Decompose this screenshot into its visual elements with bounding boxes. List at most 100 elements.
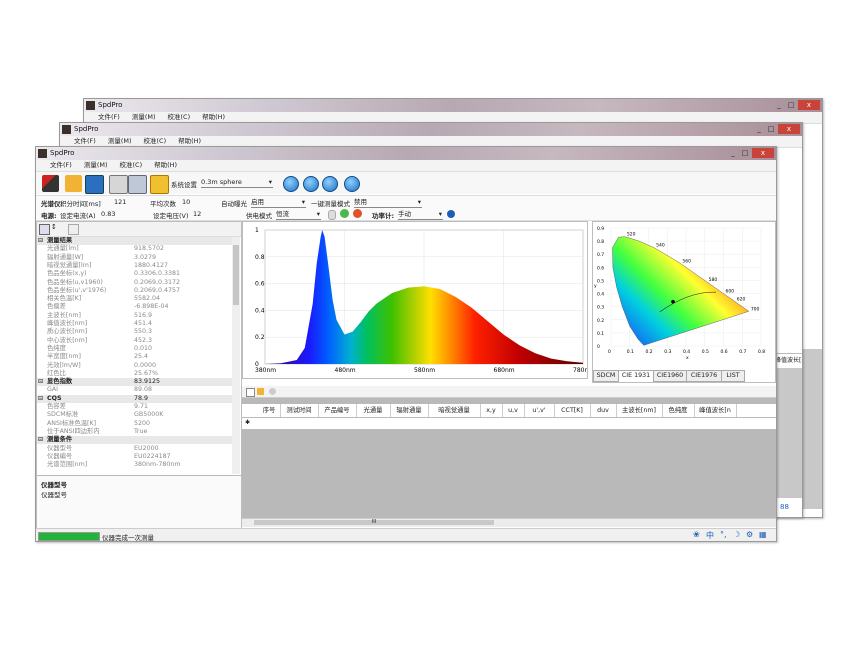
- property-pages-icon[interactable]: [68, 224, 79, 235]
- save-icon[interactable]: [85, 175, 104, 194]
- cie-tab[interactable]: CIE1960: [653, 370, 687, 382]
- property-row[interactable]: 光谱范围[nm] 380nm-780nm: [37, 461, 232, 469]
- property-row[interactable]: 仪器型号 EU2000: [37, 445, 232, 453]
- grid-new-row[interactable]: ✱: [242, 418, 776, 430]
- grid-column-header[interactable]: u,v: [502, 404, 525, 417]
- menu-file[interactable]: 文件(F): [50, 160, 72, 171]
- property-list[interactable]: ⊟ 测量结果 光通量[lm] 918.5702 辐射通量[W] 3.0279 暗视觉通量[l…: [37, 237, 232, 474]
- power-on-icon[interactable]: [340, 209, 349, 218]
- maximize-button[interactable]: □: [766, 124, 776, 134]
- grid-column-header[interactable]: 光通量: [356, 404, 391, 417]
- maximize-button[interactable]: □: [740, 148, 750, 158]
- grid-column-header[interactable]: x,y: [480, 404, 503, 417]
- punctuation-icon[interactable]: °,: [720, 530, 727, 539]
- property-row[interactable]: 主波长[nm] 516.9: [37, 312, 232, 320]
- collapse-icon[interactable]: ⊟: [38, 378, 43, 386]
- grid-column-header[interactable]: 色纯度: [662, 404, 695, 417]
- refresh-icon[interactable]: [303, 176, 319, 192]
- ime-chinese-icon[interactable]: 中: [706, 530, 714, 541]
- property-row[interactable]: 色纯度 0.010: [37, 345, 232, 353]
- property-row[interactable]: 相关色温[K] 5582.04: [37, 295, 232, 303]
- maximize-button[interactable]: □: [786, 100, 796, 110]
- property-row[interactable]: 色品坐标(u,v1960) 0.2069,0.3172: [37, 279, 232, 287]
- property-row[interactable]: 中心波长[nm] 452.3: [37, 337, 232, 345]
- property-row[interactable]: 暗视觉通量[lm] 1880.4127: [37, 262, 232, 270]
- property-row[interactable]: 色品坐标(x,y) 0.3306,0.3381: [37, 270, 232, 278]
- grid-column-header[interactable]: 序号: [258, 404, 281, 417]
- collapse-icon[interactable]: ⊟: [38, 436, 43, 444]
- grid-icon[interactable]: ▦: [759, 530, 767, 539]
- clear-record-icon[interactable]: [269, 388, 276, 395]
- menu-calibrate[interactable]: 校准(C): [120, 160, 143, 171]
- minimize-button[interactable]: _: [754, 124, 764, 134]
- open-record-icon[interactable]: [257, 388, 264, 395]
- stop-icon[interactable]: [322, 176, 338, 192]
- property-row[interactable]: GAI 89.08: [37, 386, 232, 394]
- grid-column-header[interactable]: duv: [590, 404, 617, 417]
- grid-hscrollbar[interactable]: III: [242, 518, 776, 527]
- supply-mode-combo[interactable]: 恒流 ▾: [276, 209, 321, 220]
- property-row[interactable]: SDCM标准 GB5000K: [37, 411, 232, 419]
- property-row[interactable]: 红色比 25.67%: [37, 370, 232, 378]
- minimize-button[interactable]: _: [728, 148, 738, 158]
- close-button[interactable]: x: [778, 124, 800, 134]
- print-preview-icon[interactable]: [109, 175, 128, 194]
- property-category[interactable]: ⊟ 测量条件: [37, 436, 232, 445]
- power-meter-info-icon[interactable]: [447, 210, 455, 218]
- property-category[interactable]: ⊟ CQS 78.9: [37, 394, 232, 403]
- onekey-combo[interactable]: 禁用 ▾: [354, 197, 422, 208]
- grid-column-header[interactable]: 辐射通量: [390, 404, 429, 417]
- property-row[interactable]: 辐射通量[W] 3.0279: [37, 254, 232, 262]
- property-row[interactable]: 光通量[lm] 918.5702: [37, 245, 232, 253]
- data-grid[interactable]: 序号 测试时间 产品编号 光通量 辐射通量 暗视觉通量 x,y u,v u',v' CCT[K] d…: [242, 398, 776, 518]
- system-settings-combo[interactable]: 0.3m sphere ▾: [201, 177, 273, 188]
- collapse-icon[interactable]: ⊟: [38, 237, 43, 245]
- property-row[interactable]: 光效[lm/W] 0.0000: [37, 362, 232, 370]
- grid-column-header[interactable]: 产品编号: [318, 404, 357, 417]
- grid-column-header[interactable]: 主波长[nm]: [616, 404, 663, 417]
- average-value[interactable]: 10: [182, 198, 190, 206]
- power-off-icon[interactable]: [353, 209, 362, 218]
- categorized-icon[interactable]: [39, 224, 50, 235]
- collapse-icon[interactable]: ⊟: [38, 395, 43, 403]
- exit-icon[interactable]: [42, 175, 59, 192]
- property-scrollbar[interactable]: [232, 237, 240, 474]
- settings-icon[interactable]: ⚙: [746, 530, 753, 539]
- property-row[interactable]: 色品坐标(u',v'1976) 0.2069,0.4757: [37, 287, 232, 295]
- menu-measure[interactable]: 测量(M): [84, 160, 108, 171]
- moon-icon[interactable]: ☽: [733, 530, 740, 539]
- integration-value[interactable]: 121: [114, 198, 126, 206]
- power-meter-combo[interactable]: 手动 ▾: [398, 209, 443, 220]
- auto-exposure-combo[interactable]: 启用 ▾: [251, 197, 306, 208]
- cie-tab[interactable]: CIE 1931: [618, 370, 654, 381]
- bulb-icon[interactable]: [328, 210, 336, 220]
- grid-column-header[interactable]: 暗视觉通量: [428, 404, 481, 417]
- sort-az-icon[interactable]: ↕: [51, 223, 57, 231]
- grid-column-header[interactable]: 测试时间: [280, 404, 319, 417]
- cie-tab[interactable]: SDCM: [593, 370, 619, 382]
- cie-tab[interactable]: CIE1976: [686, 370, 722, 382]
- open-folder-icon[interactable]: [65, 175, 82, 192]
- paw-icon[interactable]: ❀: [693, 530, 700, 539]
- minimize-button[interactable]: _: [774, 100, 784, 110]
- close-button[interactable]: x: [752, 148, 774, 158]
- grid-column-header[interactable]: 峰值波长[n: [694, 404, 737, 417]
- set-voltage-value[interactable]: 12: [193, 210, 201, 218]
- grid-column-header[interactable]: CCT[K]: [554, 404, 591, 417]
- property-category[interactable]: ⊟ 显色指数 83.9125: [37, 378, 232, 387]
- menu-help[interactable]: 帮助(H): [154, 160, 177, 171]
- new-record-icon[interactable]: [246, 388, 255, 397]
- property-row[interactable]: 仪器编号 EU0224187: [37, 453, 232, 461]
- property-scroll-thumb[interactable]: [233, 245, 239, 305]
- moon-icon[interactable]: [344, 176, 360, 192]
- property-row[interactable]: 质心波长[nm] 550.3: [37, 328, 232, 336]
- property-row[interactable]: 位于ANSI四边形内 True: [37, 428, 232, 436]
- property-row[interactable]: ANSI标准色温[K] 5200: [37, 420, 232, 428]
- grid-scroll-thumb[interactable]: III: [254, 520, 494, 525]
- property-row[interactable]: 色偏差 -6.898E-04: [37, 303, 232, 311]
- grid-column-header[interactable]: u',v': [524, 404, 555, 417]
- set-current-value[interactable]: 0.83: [101, 210, 115, 218]
- print-icon[interactable]: [128, 175, 147, 194]
- edit-icon[interactable]: [150, 175, 169, 194]
- play-icon[interactable]: [283, 176, 299, 192]
